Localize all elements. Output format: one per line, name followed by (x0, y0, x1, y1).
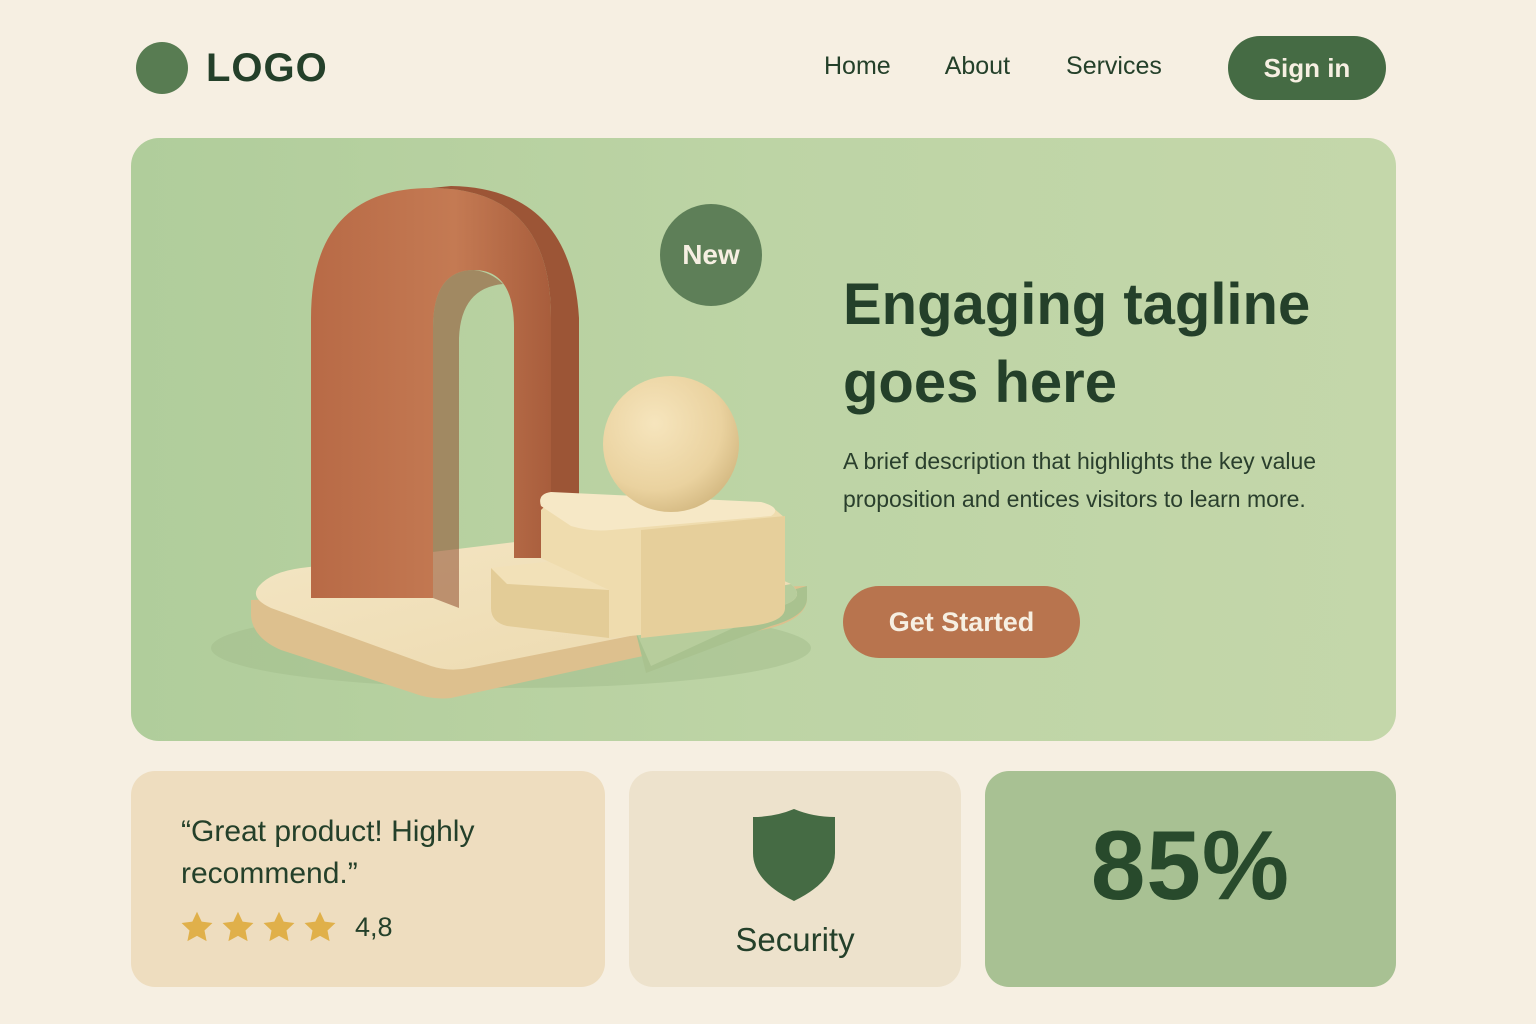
hero-description: A brief description that highlights the … (843, 448, 1317, 512)
star-icon (263, 911, 295, 942)
logo[interactable]: LOGO (136, 42, 328, 94)
sign-in-button[interactable]: Sign in (1228, 36, 1386, 100)
nav-about-link[interactable]: About (945, 52, 1010, 81)
stat-value: 85% (1090, 810, 1291, 920)
testimonial-quote: “Great product! Highly recommend.” (181, 815, 475, 890)
stat-card: 85% (985, 771, 1396, 987)
main-nav: Home About Services (824, 52, 1162, 81)
shield-icon (753, 809, 835, 901)
site-header: LOGO Home About Services Sign in (0, 0, 1536, 138)
hero-title: Engaging tagline goes here (843, 272, 1311, 415)
logo-circle-icon (136, 42, 188, 94)
landing-page: LOGO Home About Services Sign in New Eng… (0, 0, 1536, 1024)
security-card: Security (629, 771, 961, 987)
nav-services-link[interactable]: Services (1066, 52, 1162, 81)
nav-home-link[interactable]: Home (824, 52, 891, 81)
security-label: Security (735, 921, 855, 958)
star-icon (222, 911, 254, 942)
testimonial-card: “Great product! Highly recommend.” 4,8 (131, 771, 605, 987)
rating-value: 4,8 (355, 911, 393, 942)
hero-section: New Engaging tagline goes here A brief d… (131, 138, 1396, 741)
logo-text: LOGO (206, 45, 328, 90)
star-icon (304, 911, 336, 942)
star-icon (181, 911, 213, 942)
get-started-button[interactable]: Get Started (843, 586, 1080, 658)
rating: 4,8 (179, 909, 393, 945)
new-badge: New (660, 204, 762, 306)
